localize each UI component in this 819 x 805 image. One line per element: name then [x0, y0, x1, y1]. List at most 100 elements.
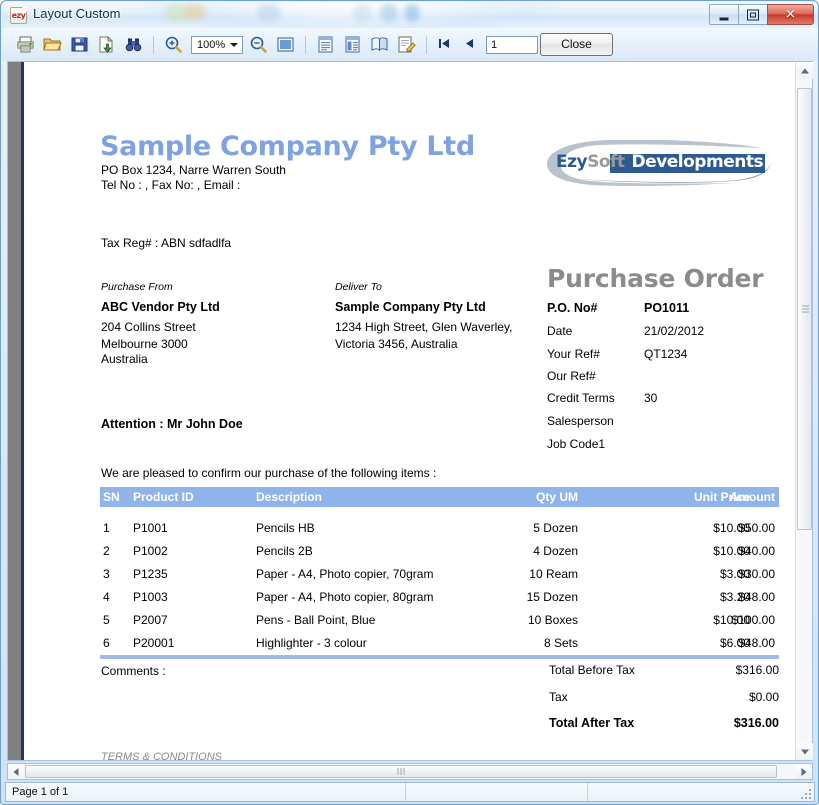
po-field-key: Your Ref#: [547, 347, 600, 361]
table-row: 3 P1235 Paper - A4, Photo copier, 70gram 10…: [100, 563, 779, 586]
cell-amount: $30.00: [738, 567, 775, 581]
logo-part-ezy: Ezy: [556, 152, 588, 172]
resize-grip-icon[interactable]: [799, 787, 811, 799]
zoom-out-icon[interactable]: [247, 33, 270, 56]
vertical-scroll-thumb[interactable]: [797, 88, 812, 530]
scroll-up-button[interactable]: [796, 62, 813, 79]
logo-text: EzySoft Developments: [556, 152, 764, 172]
total-label: Tax: [549, 690, 568, 704]
close-window-button[interactable]: ✕: [767, 4, 814, 25]
page-number-input[interactable]: 1: [486, 35, 538, 54]
first-page-button[interactable]: [437, 36, 454, 53]
horizontal-scroll-thumb[interactable]: [25, 765, 777, 778]
deliver-to-line1: 1234 High Street, Glen Waverley,: [335, 320, 513, 334]
total-value: $316.00: [735, 663, 779, 677]
vertical-scrollbar[interactable]: [795, 62, 813, 760]
cell-amount: $48.00: [738, 590, 775, 604]
titlebar-reflection: [184, 4, 206, 20]
caption-buttons: ✕: [709, 4, 814, 25]
zoom-level-value: 100%: [197, 38, 226, 51]
zoom-in-icon[interactable]: [162, 33, 185, 56]
minimize-icon: [719, 17, 729, 20]
cell-description: Pencils HB: [256, 521, 315, 535]
open-folder-icon[interactable]: [41, 33, 64, 56]
cell-sn: 5: [103, 613, 110, 627]
cell-sn: 6: [103, 636, 110, 650]
deliver-to-label: Deliver To: [335, 281, 382, 293]
purchase-from-label: Purchase From: [101, 281, 173, 293]
maximize-button[interactable]: [738, 4, 767, 25]
scroll-right-button[interactable]: [796, 764, 812, 779]
print-icon[interactable]: [14, 33, 37, 56]
tax-registration: Tax Reg# : ABN sdfadlfa: [101, 236, 232, 250]
edit-page-icon[interactable]: [395, 33, 418, 56]
po-field-key: Credit Terms: [547, 391, 615, 405]
items-table-header: SN Product ID Description Qty UM Unit Pr…: [100, 487, 779, 507]
po-field-value: 21/02/2012: [644, 324, 705, 338]
scroll-grip-icon: [397, 763, 406, 781]
po-field-key: Date: [547, 324, 573, 338]
deliver-to-name: Sample Company Pty Ltd: [335, 300, 486, 314]
po-field-value: PO1011: [644, 301, 690, 315]
chevron-down-icon[interactable]: [230, 42, 238, 47]
single-page-icon[interactable]: [314, 33, 337, 56]
cell-description: Pens - Ball Point, Blue: [256, 613, 376, 627]
po-field-value: QT1234: [644, 347, 688, 361]
page-gutter: [8, 62, 21, 760]
page-width-icon[interactable]: [274, 33, 297, 56]
close-icon: ✕: [785, 7, 796, 22]
cell-qty-um: 5 Dozen: [533, 521, 578, 535]
cell-qty-um: 15 Dozen: [526, 590, 578, 604]
zoom-level-combo[interactable]: 100%: [191, 35, 243, 54]
previous-page-button[interactable]: [462, 36, 479, 53]
logo-part-soft: Soft: [587, 152, 625, 172]
comments-label: Comments :: [101, 664, 166, 678]
status-page-indicator: Page 1 of 1: [6, 783, 406, 801]
company-name: Sample Company Pty Ltd: [100, 131, 475, 162]
save-icon[interactable]: [68, 33, 91, 56]
ezysoft-logo: EzySoft Developments: [543, 140, 780, 186]
toolbar: 100% 1 Close: [2, 28, 818, 61]
close-button[interactable]: Close: [540, 33, 613, 56]
table-row: 6 P20001 Highlighter - 3 colour 8 Sets $6.00…: [100, 632, 779, 655]
cell-amount: $100.00: [731, 613, 775, 627]
cell-amount: $40.00: [738, 544, 775, 558]
cell-sn: 2: [103, 544, 110, 558]
column-header-product-id: Product ID: [133, 490, 194, 504]
purchase-from-line1: 204 Collins Street: [101, 320, 196, 334]
horizontal-scrollbar[interactable]: [7, 763, 813, 780]
cell-sn: 4: [103, 590, 110, 604]
column-header-amount: Amount: [729, 490, 775, 504]
chevron-down-icon: [800, 749, 809, 754]
items-table-rule: [100, 655, 779, 659]
cell-qty-um: 10 Ream: [529, 567, 578, 581]
deliver-to-line2: Victoria 3456, Australia: [335, 337, 458, 351]
minimize-button[interactable]: [709, 4, 738, 25]
scroll-down-button[interactable]: [796, 743, 813, 760]
cell-amount: $48.00: [738, 636, 775, 650]
po-field-key: Job Code1: [547, 437, 606, 451]
preview-area: Sample Company Pty Ltd PO Box 1234, Narr…: [7, 61, 813, 761]
title-bar: ezy Layout Custom ✕: [2, 2, 818, 28]
toolbar-separator: [153, 35, 154, 54]
find-binoculars-icon[interactable]: [122, 33, 145, 56]
multi-page-icon[interactable]: [341, 33, 364, 56]
cell-qty-um: 10 Boxes: [527, 613, 578, 627]
items-table: SN Product ID Description Qty UM Unit Pr…: [100, 487, 779, 655]
po-field-key: Our Ref#: [547, 369, 596, 383]
po-field-key: Salesperson: [547, 414, 614, 428]
attention-line: Attention : Mr John Doe: [101, 417, 243, 431]
logo-part-developments: Developments: [631, 152, 764, 172]
scroll-grip-icon: [802, 304, 809, 315]
table-row: 4 P1003 Paper - A4, Photo copier, 80gram 15…: [100, 586, 779, 609]
cell-product-id: P1001: [133, 521, 168, 535]
total-value: $0.00: [748, 690, 779, 704]
total-label: Total Before Tax: [549, 663, 635, 677]
book-view-icon[interactable]: [368, 33, 391, 56]
cell-qty-um: 4 Dozen: [533, 544, 578, 558]
export-icon[interactable]: [95, 33, 118, 56]
ezy-document-icon: ezy: [10, 7, 27, 24]
table-row: 5 P2007 Pens - Ball Point, Blue 10 Boxes $10…: [100, 609, 779, 632]
po-field-key: P.O. No#: [547, 301, 598, 315]
scroll-left-button[interactable]: [8, 764, 24, 779]
